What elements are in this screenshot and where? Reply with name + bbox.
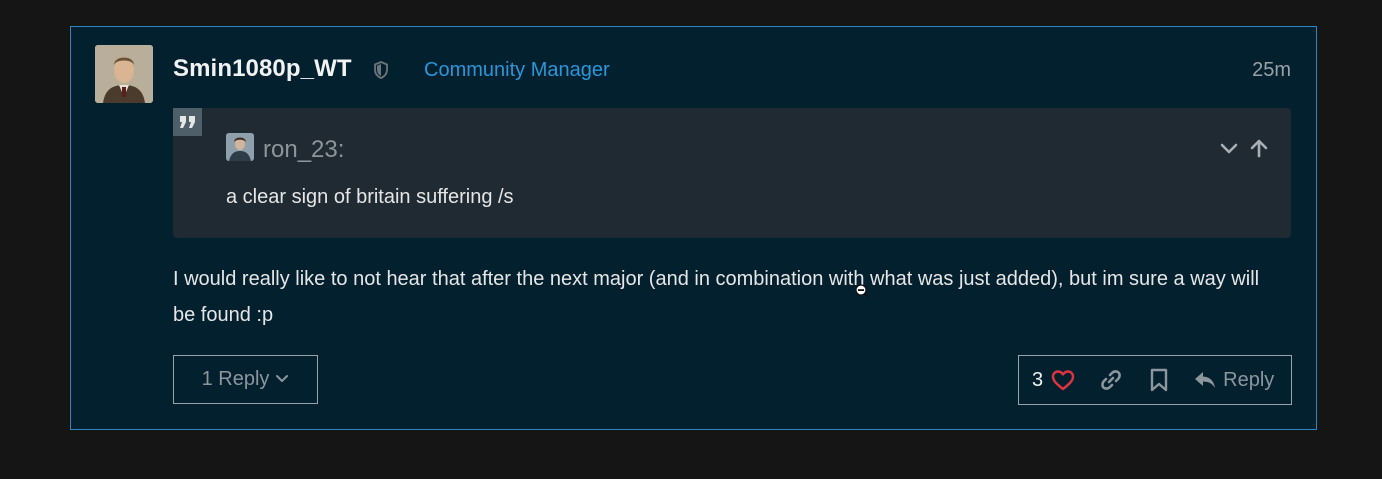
quote-text: a clear sign of britain suffering /s	[226, 186, 514, 208]
bookmark-icon[interactable]	[1149, 368, 1169, 392]
reply-label: Reply	[1223, 368, 1275, 391]
quote-icon	[173, 108, 202, 136]
reply-icon	[1195, 372, 1216, 388]
chevron-down-icon	[275, 368, 289, 391]
reply-button[interactable]: Reply	[1193, 369, 1274, 392]
like-count[interactable]: 3	[1032, 369, 1043, 392]
mouse-cursor-icon	[855, 284, 869, 298]
username[interactable]: Smin1080p_WT	[173, 55, 352, 83]
replies-label: 1 Reply	[201, 368, 270, 390]
link-icon[interactable]	[1099, 368, 1123, 392]
heart-icon[interactable]	[1051, 369, 1075, 391]
quote-avatar[interactable]	[226, 133, 254, 161]
role-badge[interactable]: Community Manager	[424, 59, 610, 82]
show-replies-button[interactable]: 1 Reply	[173, 355, 318, 404]
avatar[interactable]	[95, 45, 153, 103]
post-actions: 3 Reply	[1018, 355, 1292, 405]
arrow-up-icon[interactable]	[1249, 138, 1269, 158]
quote-username[interactable]: ron_23:	[263, 136, 344, 164]
post-time[interactable]: 25m	[1252, 59, 1291, 82]
quote-controls	[1219, 138, 1269, 158]
quote-block: ron_23: a clear sign of britain sufferin…	[173, 108, 1291, 238]
shield-icon	[373, 61, 389, 79]
post-body: I would really like to not hear that aft…	[173, 268, 1260, 326]
chevron-down-icon[interactable]	[1219, 138, 1239, 158]
forum-post: Smin1080p_WT Community Manager 25m ron_2…	[70, 26, 1317, 430]
